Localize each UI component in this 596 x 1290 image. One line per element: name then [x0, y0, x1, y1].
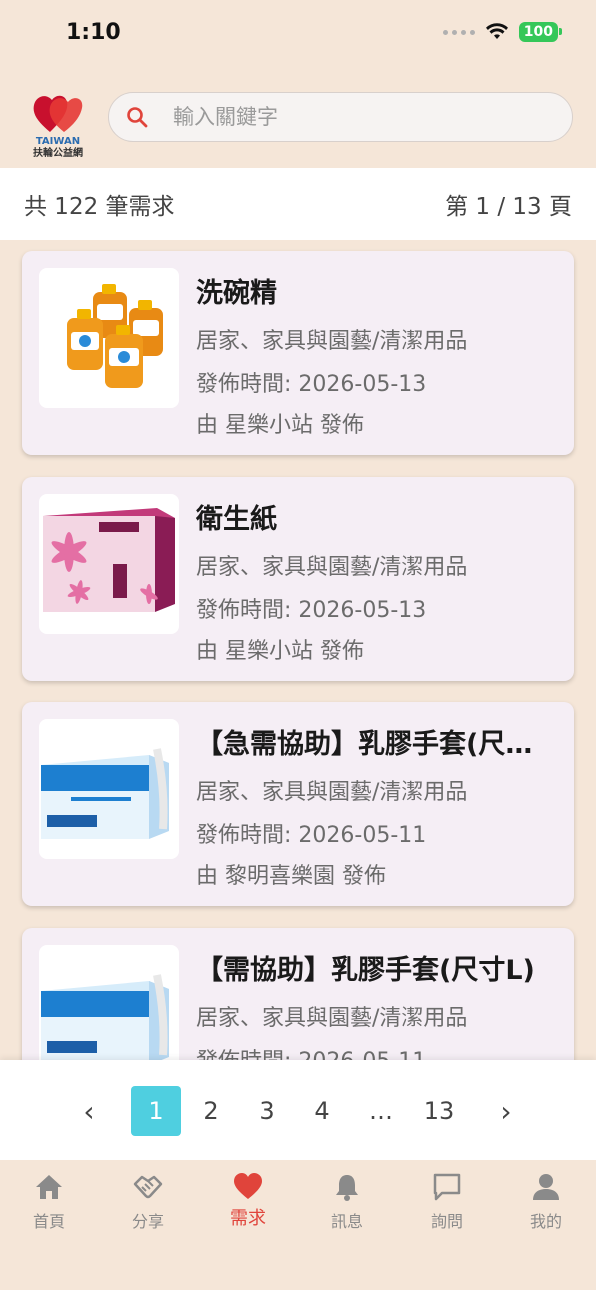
- item-category: 居家、家具與園藝/清潔用品: [196, 555, 468, 580]
- tab-label: 需求: [230, 1208, 266, 1229]
- item-category: 居家、家具與園藝/清潔用品: [196, 329, 468, 354]
- logo-wordmark: TAIWAN: [35, 136, 81, 147]
- chat-icon: [433, 1173, 461, 1201]
- bottom-tab-bar: 首頁 分享 需求 訊息 詢問 我的: [0, 1160, 596, 1290]
- item-publisher: 由 星樂小站 發佈: [196, 413, 364, 438]
- page-indicator: 第 1 / 13 頁: [445, 194, 572, 220]
- product-thumbnail: [39, 719, 179, 859]
- page-ellipsis: …: [369, 1097, 393, 1125]
- heart-logo-icon: [33, 95, 83, 132]
- glove-box-image: [41, 748, 169, 839]
- bell-icon: [336, 1175, 358, 1201]
- next-page-button[interactable]: ›: [481, 1086, 531, 1136]
- item-date: 發佈時間: 2026-05-13: [196, 372, 427, 397]
- tab-label: 分享: [131, 1212, 164, 1231]
- request-list[interactable]: 洗碗精 居家、家具與園藝/清潔用品 發佈時間: 2026-05-13 由 星樂小…: [0, 240, 596, 1060]
- page-button-1[interactable]: 1: [131, 1086, 181, 1136]
- tab-messages[interactable]: 訊息: [307, 1172, 387, 1232]
- tab-label: 詢問: [430, 1212, 463, 1231]
- request-card[interactable]: 【急需協助】乳膠手套(尺寸M) 居家、家具與園藝/清潔用品 發佈時間: 2026…: [22, 702, 574, 906]
- item-category: 居家、家具與園藝/清潔用品: [196, 1006, 468, 1031]
- wifi-icon: [485, 23, 508, 39]
- search-input[interactable]: [173, 105, 553, 129]
- glove-box-image: [41, 974, 169, 1060]
- product-thumbnail: [39, 268, 179, 408]
- status-bar: 1:10 100: [0, 0, 596, 64]
- page-button-4[interactable]: 4: [297, 1086, 347, 1136]
- item-date: 發佈時間: 2026-05-11: [196, 823, 427, 848]
- tab-label: 訊息: [330, 1212, 363, 1231]
- page-button-last[interactable]: 13: [414, 1086, 464, 1136]
- tab-needs[interactable]: 需求: [208, 1172, 288, 1230]
- detergent-bottles-image: [67, 284, 163, 388]
- tab-label: 首頁: [32, 1212, 65, 1231]
- request-card[interactable]: 衛生紙 居家、家具與園藝/清潔用品 發佈時間: 2026-05-13 由 星樂小…: [22, 477, 574, 681]
- total-count: 共 122 筆需求: [24, 194, 175, 220]
- tab-profile[interactable]: 我的: [506, 1172, 586, 1232]
- item-category: 居家、家具與園藝/清潔用品: [196, 780, 468, 805]
- search-bar[interactable]: [108, 92, 573, 142]
- handshake-icon: [133, 1175, 163, 1199]
- item-title: 洗碗精: [196, 278, 277, 309]
- battery-indicator: 100: [518, 22, 563, 42]
- signal-icon: [442, 29, 475, 35]
- prev-page-button[interactable]: ‹: [64, 1086, 114, 1136]
- request-card[interactable]: 洗碗精 居家、家具與園藝/清潔用品 發佈時間: 2026-05-13 由 星樂小…: [22, 251, 574, 455]
- product-thumbnail: [39, 494, 179, 634]
- logo-subtitle: 扶輪公益網: [33, 148, 83, 159]
- item-title: 【急需協助】乳膠手套(尺寸M): [196, 729, 556, 760]
- status-icons: 100: [442, 22, 563, 42]
- item-title: 衛生紙: [196, 504, 277, 535]
- status-time: 1:10: [66, 20, 121, 45]
- item-date: 發佈時間: 2026-05-11: [196, 1043, 426, 1060]
- pagination: ‹ 1 2 3 4 … 13 ›: [0, 1060, 596, 1160]
- item-publisher: 由 星樂小站 發佈: [196, 639, 364, 664]
- tissue-box-image: [43, 508, 175, 612]
- product-thumbnail: [39, 945, 179, 1060]
- tab-home[interactable]: 首頁: [9, 1172, 89, 1232]
- page-button-2[interactable]: 2: [186, 1086, 236, 1136]
- header: TAIWAN 扶輪公益網: [0, 80, 596, 166]
- item-date: 發佈時間: 2026-05-13: [196, 598, 427, 623]
- tab-share[interactable]: 分享: [108, 1172, 188, 1232]
- results-summary: 共 122 筆需求 第 1 / 13 頁: [0, 168, 596, 240]
- tab-inquiry[interactable]: 詢問: [407, 1172, 487, 1232]
- tab-label: 我的: [529, 1212, 562, 1231]
- item-title: 【需協助】乳膠手套(尺寸L): [196, 955, 535, 986]
- search-icon: [127, 107, 148, 128]
- page-button-3[interactable]: 3: [242, 1086, 292, 1136]
- home-icon: [36, 1175, 62, 1199]
- item-publisher: 由 黎明喜樂園 發佈: [196, 864, 386, 889]
- user-icon: [533, 1174, 559, 1200]
- heart-icon: [234, 1173, 262, 1199]
- request-card[interactable]: 【需協助】乳膠手套(尺寸L) 居家、家具與園藝/清潔用品 發佈時間: 2026-…: [22, 928, 574, 1060]
- app-logo[interactable]: TAIWAN 扶輪公益網: [32, 92, 84, 159]
